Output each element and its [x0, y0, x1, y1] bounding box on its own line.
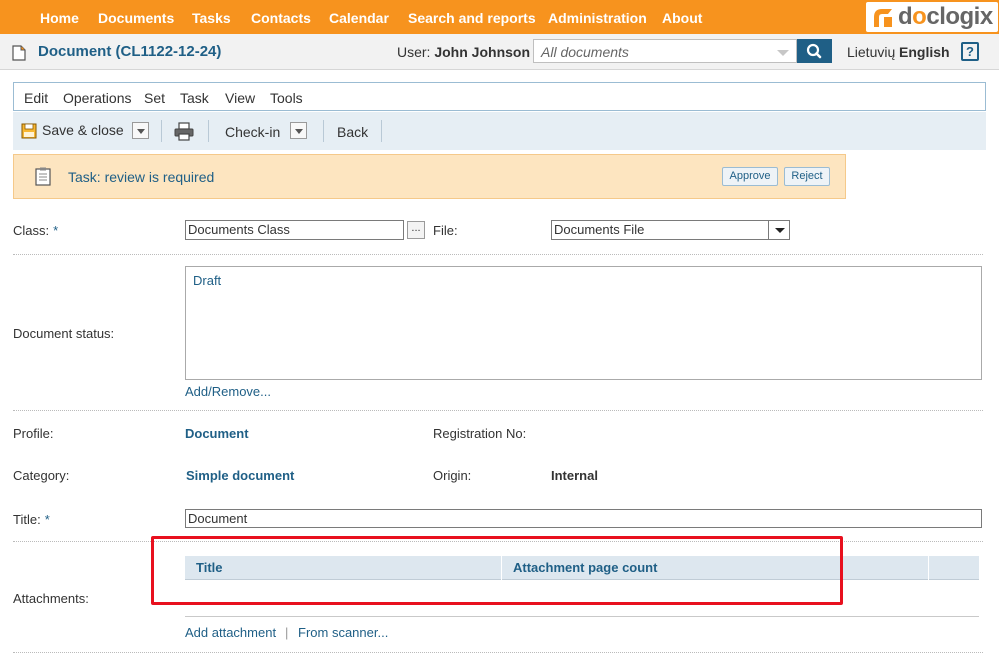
toolbar-divider: [161, 120, 162, 142]
class-field[interactable]: Documents Class: [185, 220, 404, 240]
save-icon[interactable]: [21, 123, 37, 139]
task-message: Task: review is required: [68, 169, 215, 185]
nav-home[interactable]: Home: [40, 0, 79, 34]
print-icon[interactable]: [174, 122, 194, 141]
attachments-table-bottom: [185, 616, 979, 617]
checkin-options-dropdown[interactable]: [290, 122, 307, 139]
checkin-button[interactable]: Check-in: [225, 124, 280, 140]
save-close-button[interactable]: Save & close: [42, 122, 124, 138]
clipboard-icon: [35, 167, 51, 186]
add-remove-status-link[interactable]: Add/Remove...: [185, 384, 271, 399]
attachments-table-header: Title Attachment page count: [185, 556, 979, 580]
current-user: User: John Johnson: [397, 44, 531, 60]
nav-tasks[interactable]: Tasks: [192, 0, 231, 34]
search-placeholder: All documents: [541, 44, 629, 60]
origin-value: Internal: [551, 468, 598, 483]
chevron-down-icon[interactable]: [768, 221, 790, 239]
document-icon: [12, 45, 26, 61]
attachments-label: Attachments:: [13, 591, 89, 606]
nav-calendar[interactable]: Calendar: [329, 0, 389, 34]
document-search-input[interactable]: All documents: [533, 39, 797, 63]
title-input[interactable]: Document: [185, 509, 982, 528]
origin-label: Origin:: [433, 468, 472, 483]
file-select[interactable]: Documents File: [551, 220, 790, 240]
category-value: Simple document: [186, 468, 295, 483]
toolbar-divider: [323, 120, 324, 142]
registration-number-label: Registration No:: [433, 426, 527, 441]
search-icon: [806, 43, 822, 59]
column-attachment-page-count[interactable]: Attachment page count: [502, 556, 928, 580]
from-scanner-link[interactable]: From scanner...: [298, 625, 388, 640]
save-options-dropdown[interactable]: [132, 122, 149, 139]
language-english[interactable]: English: [899, 44, 950, 60]
profile-label: Profile:: [13, 426, 54, 441]
column-divider: [928, 556, 929, 580]
profile-value: Document: [185, 426, 249, 441]
section-divider: [13, 541, 983, 542]
toolbar-divider: [381, 120, 382, 142]
menu-operations[interactable]: Operations: [63, 90, 131, 106]
nav-administration[interactable]: Administration: [548, 0, 647, 34]
class-browse-button[interactable]: ...: [407, 221, 425, 239]
logo-mark-icon: [874, 9, 892, 27]
section-divider: [13, 652, 983, 653]
document-status-label: Document status:: [13, 326, 115, 341]
reject-button[interactable]: Reject: [784, 167, 830, 186]
page-title: Document (CL1122-12-24): [38, 43, 222, 60]
menu-set[interactable]: Set: [144, 90, 165, 106]
back-button[interactable]: Back: [337, 124, 368, 140]
search-button[interactable]: [797, 39, 832, 63]
class-label: Class: *: [13, 223, 59, 238]
add-attachment-link[interactable]: Add attachment: [185, 625, 276, 640]
document-status-list[interactable]: Draft: [185, 266, 982, 380]
nav-contacts[interactable]: Contacts: [251, 0, 311, 34]
nav-search-and-reports[interactable]: Search and reports: [408, 0, 536, 34]
link-divider: |: [285, 625, 289, 640]
menu-tools[interactable]: Tools: [270, 90, 303, 106]
menu-bar: Edit Operations Set Task View Tools: [13, 82, 986, 111]
document-header: Document (CL1122-12-24) User: John Johns…: [0, 34, 999, 70]
menu-edit[interactable]: Edit: [24, 90, 48, 106]
help-icon[interactable]: ?: [961, 42, 979, 61]
top-navigation: Home Documents Tasks Contacts Calendar S…: [0, 0, 999, 34]
logo-text: doclogix: [898, 3, 993, 30]
column-title[interactable]: Title: [185, 556, 501, 580]
language-lithuanian[interactable]: Lietuvių: [847, 44, 895, 60]
chevron-down-icon[interactable]: [777, 50, 789, 56]
status-value[interactable]: Draft: [193, 273, 221, 288]
menu-task[interactable]: Task: [180, 90, 209, 106]
toolbar: Save & close Check-in Back: [13, 112, 986, 150]
approve-button[interactable]: Approve: [722, 167, 778, 186]
toolbar-divider: [208, 120, 209, 142]
task-notification: Task: review is required Approve Reject: [13, 154, 846, 199]
category-label: Category:: [13, 468, 70, 483]
nav-documents[interactable]: Documents: [98, 0, 174, 34]
doclogix-logo: doclogix: [866, 2, 998, 32]
section-divider: [13, 410, 983, 411]
title-label: Title: *: [13, 512, 50, 527]
section-divider: [13, 254, 983, 255]
menu-view[interactable]: View: [225, 90, 255, 106]
file-label: File:: [433, 223, 458, 238]
nav-about[interactable]: About: [662, 0, 702, 34]
